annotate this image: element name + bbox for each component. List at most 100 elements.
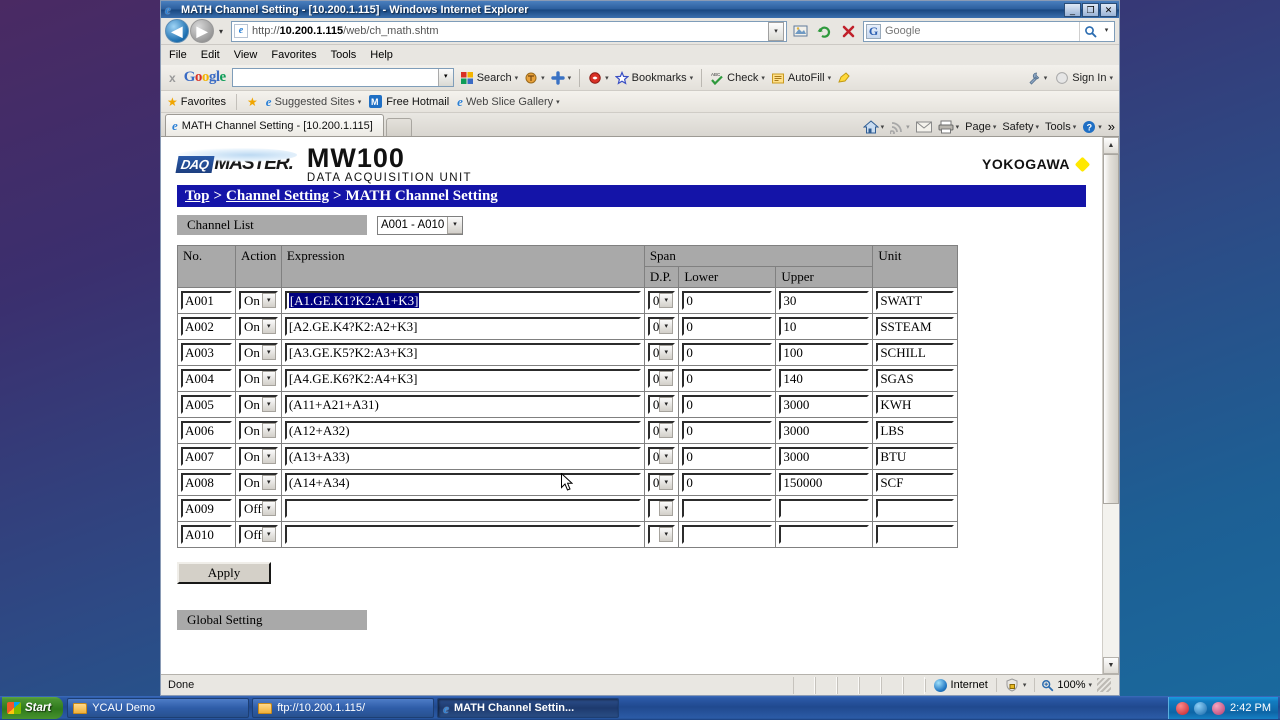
row-A010-expression-input[interactable] (284, 525, 641, 544)
row-A005-no-input[interactable]: A005 (181, 395, 232, 414)
search-dropdown-icon[interactable]: ▾ (1101, 22, 1112, 41)
row-A001-action-select[interactable]: On ▾ (239, 291, 278, 310)
global-setting-section[interactable]: Global Setting (177, 610, 367, 630)
tools-menu-button[interactable]: Tools ▾ (1045, 121, 1076, 133)
safety-menu-button[interactable]: Safety ▾ (1002, 121, 1039, 133)
chevron-down-icon[interactable]: ▾ (659, 475, 674, 490)
row-A007-unit-input[interactable]: BTU (876, 447, 955, 466)
chevron-down-icon[interactable]: ▾ (1073, 123, 1077, 131)
google-signin-button[interactable]: Sign In ▾ (1055, 71, 1113, 85)
chevron-down-icon[interactable]: ▾ (261, 345, 276, 360)
help-button[interactable]: ? ▾ (1082, 120, 1102, 134)
row-A006-action-select[interactable]: On ▾ (239, 421, 278, 440)
chevron-down-icon[interactable]: ▾ (659, 293, 674, 308)
row-A008-action-select[interactable]: On ▾ (239, 473, 278, 492)
row-A009-expression-input[interactable] (284, 499, 641, 518)
chevron-down-icon[interactable]: ▾ (447, 216, 462, 234)
chevron-down-icon[interactable]: ▾ (659, 501, 674, 516)
google-settings-button[interactable]: ▾ (1027, 71, 1047, 85)
zoom-control[interactable]: 100% ▾ (1034, 678, 1117, 692)
favorite-free-hotmail[interactable]: M Free Hotmail (369, 94, 449, 109)
favorite-suggested-sites[interactable]: e Suggested Sites ▾ (266, 95, 361, 108)
chevron-down-icon[interactable]: ▾ (659, 449, 674, 464)
breadcrumb-link-top[interactable]: Top (185, 188, 209, 205)
network-icon[interactable] (1212, 701, 1226, 715)
row-A009-dp-select[interactable]: ▾ (647, 499, 676, 518)
chevron-down-icon[interactable]: ▾ (881, 123, 885, 131)
row-A007-dp-select[interactable]: 0 ▾ (647, 447, 676, 466)
row-A007-no-input[interactable]: A007 (181, 447, 232, 466)
row-A002-unit-input[interactable]: SSTEAM (876, 317, 955, 336)
chevron-down-icon[interactable]: ▾ (659, 397, 674, 412)
home-button[interactable]: ▾ (862, 119, 885, 134)
row-A010-action-select[interactable]: Off ▾ (239, 525, 278, 544)
chevron-down-icon[interactable]: ▾ (605, 74, 609, 82)
compatibility-view-button[interactable] (789, 20, 811, 42)
close-toolbar-button[interactable]: x (167, 71, 178, 85)
chevron-down-icon[interactable]: ▾ (659, 319, 674, 334)
chevron-down-icon[interactable]: ▾ (261, 449, 276, 464)
url-dropdown-icon[interactable]: ▾ (768, 21, 784, 41)
google-translate-button[interactable]: ▾ (524, 71, 545, 85)
chevron-down-icon[interactable]: ▾ (1088, 681, 1092, 689)
history-dropdown-icon[interactable]: ▾ (214, 27, 228, 36)
row-A004-dp-select[interactable]: 0 ▾ (647, 369, 676, 388)
chevron-down-icon[interactable]: ▾ (828, 74, 832, 82)
google-search-input[interactable]: ▾ (231, 68, 454, 87)
forward-button[interactable]: ▶ (190, 19, 214, 43)
row-A009-upper-input[interactable] (779, 499, 870, 518)
chevron-down-icon[interactable]: ▾ (1036, 123, 1040, 131)
chevron-down-icon[interactable]: ▾ (993, 123, 997, 131)
row-A005-expression-input[interactable]: (A11+A21+A31) (284, 395, 641, 414)
row-A002-dp-select[interactable]: 0 ▾ (647, 317, 676, 336)
scrollbar-track[interactable] (1103, 504, 1119, 657)
stop-button[interactable] (837, 20, 859, 42)
row-A001-lower-input[interactable]: 0 (682, 291, 773, 310)
restore-button[interactable]: ❐ (1082, 2, 1099, 17)
chevron-down-icon[interactable]: ▾ (358, 98, 362, 106)
row-A008-expression-input[interactable]: (A14+A34) (284, 473, 641, 492)
row-A010-lower-input[interactable] (682, 525, 773, 544)
apply-button[interactable]: Apply (177, 562, 271, 584)
row-A006-upper-input[interactable]: 3000 (779, 421, 870, 440)
row-A006-expression-input[interactable]: (A12+A32) (284, 421, 641, 440)
mail-button[interactable] (915, 121, 932, 133)
chevron-down-icon[interactable]: ▾ (261, 319, 276, 334)
favorite-web-slice-gallery[interactable]: e Web Slice Gallery ▾ (457, 95, 560, 108)
taskbar-item-ycau-demo[interactable]: YCAU Demo (67, 698, 250, 718)
row-A003-expression-input[interactable]: [A3.GE.K5?K2:A3+K3] (284, 343, 641, 362)
row-A004-no-input[interactable]: A004 (181, 369, 232, 388)
chevron-down-icon[interactable]: ▾ (541, 74, 545, 82)
google-search-button[interactable]: Search ▾ (460, 71, 518, 85)
add-to-favorites-icon[interactable]: ★ (247, 95, 258, 109)
row-A004-lower-input[interactable]: 0 (682, 369, 773, 388)
row-A001-unit-input[interactable]: SWATT (876, 291, 955, 310)
ie-icon[interactable] (1194, 701, 1208, 715)
chevron-down-icon[interactable]: ▾ (261, 527, 276, 542)
menu-item-favorites[interactable]: Favorites (271, 49, 316, 61)
row-A010-no-input[interactable]: A010 (181, 525, 232, 544)
row-A002-no-input[interactable]: A002 (181, 317, 232, 336)
scroll-up-button[interactable]: ▲ (1103, 137, 1119, 154)
print-button[interactable]: ▾ (938, 120, 959, 134)
row-A002-action-select[interactable]: On ▾ (239, 317, 278, 336)
start-button[interactable]: Start (2, 697, 64, 719)
breadcrumb-link-channel-setting[interactable]: Channel Setting (226, 188, 329, 205)
chevron-down-icon[interactable]: ▾ (1098, 123, 1102, 131)
menu-item-tools[interactable]: Tools (331, 49, 357, 61)
menu-item-help[interactable]: Help (370, 49, 393, 61)
row-A001-no-input[interactable]: A001 (181, 291, 232, 310)
google-highlight-button[interactable] (837, 71, 851, 85)
row-A007-expression-input[interactable]: (A13+A33) (284, 447, 641, 466)
chevron-down-icon[interactable]: ▾ (761, 74, 765, 82)
row-A008-no-input[interactable]: A008 (181, 473, 232, 492)
row-A005-unit-input[interactable]: KWH (876, 395, 955, 414)
chevron-down-icon[interactable]: ▾ (659, 423, 674, 438)
row-A002-expression-input[interactable]: [A2.GE.K4?K2:A2+K3] (284, 317, 641, 336)
refresh-button[interactable] (813, 20, 835, 42)
chevron-down-icon[interactable]: ▾ (261, 397, 276, 412)
google-autofill-button[interactable]: AutoFill ▾ (771, 71, 831, 85)
row-A003-lower-input[interactable]: 0 (682, 343, 773, 362)
google-more-button[interactable]: ▾ (550, 70, 571, 85)
row-A010-upper-input[interactable] (779, 525, 870, 544)
